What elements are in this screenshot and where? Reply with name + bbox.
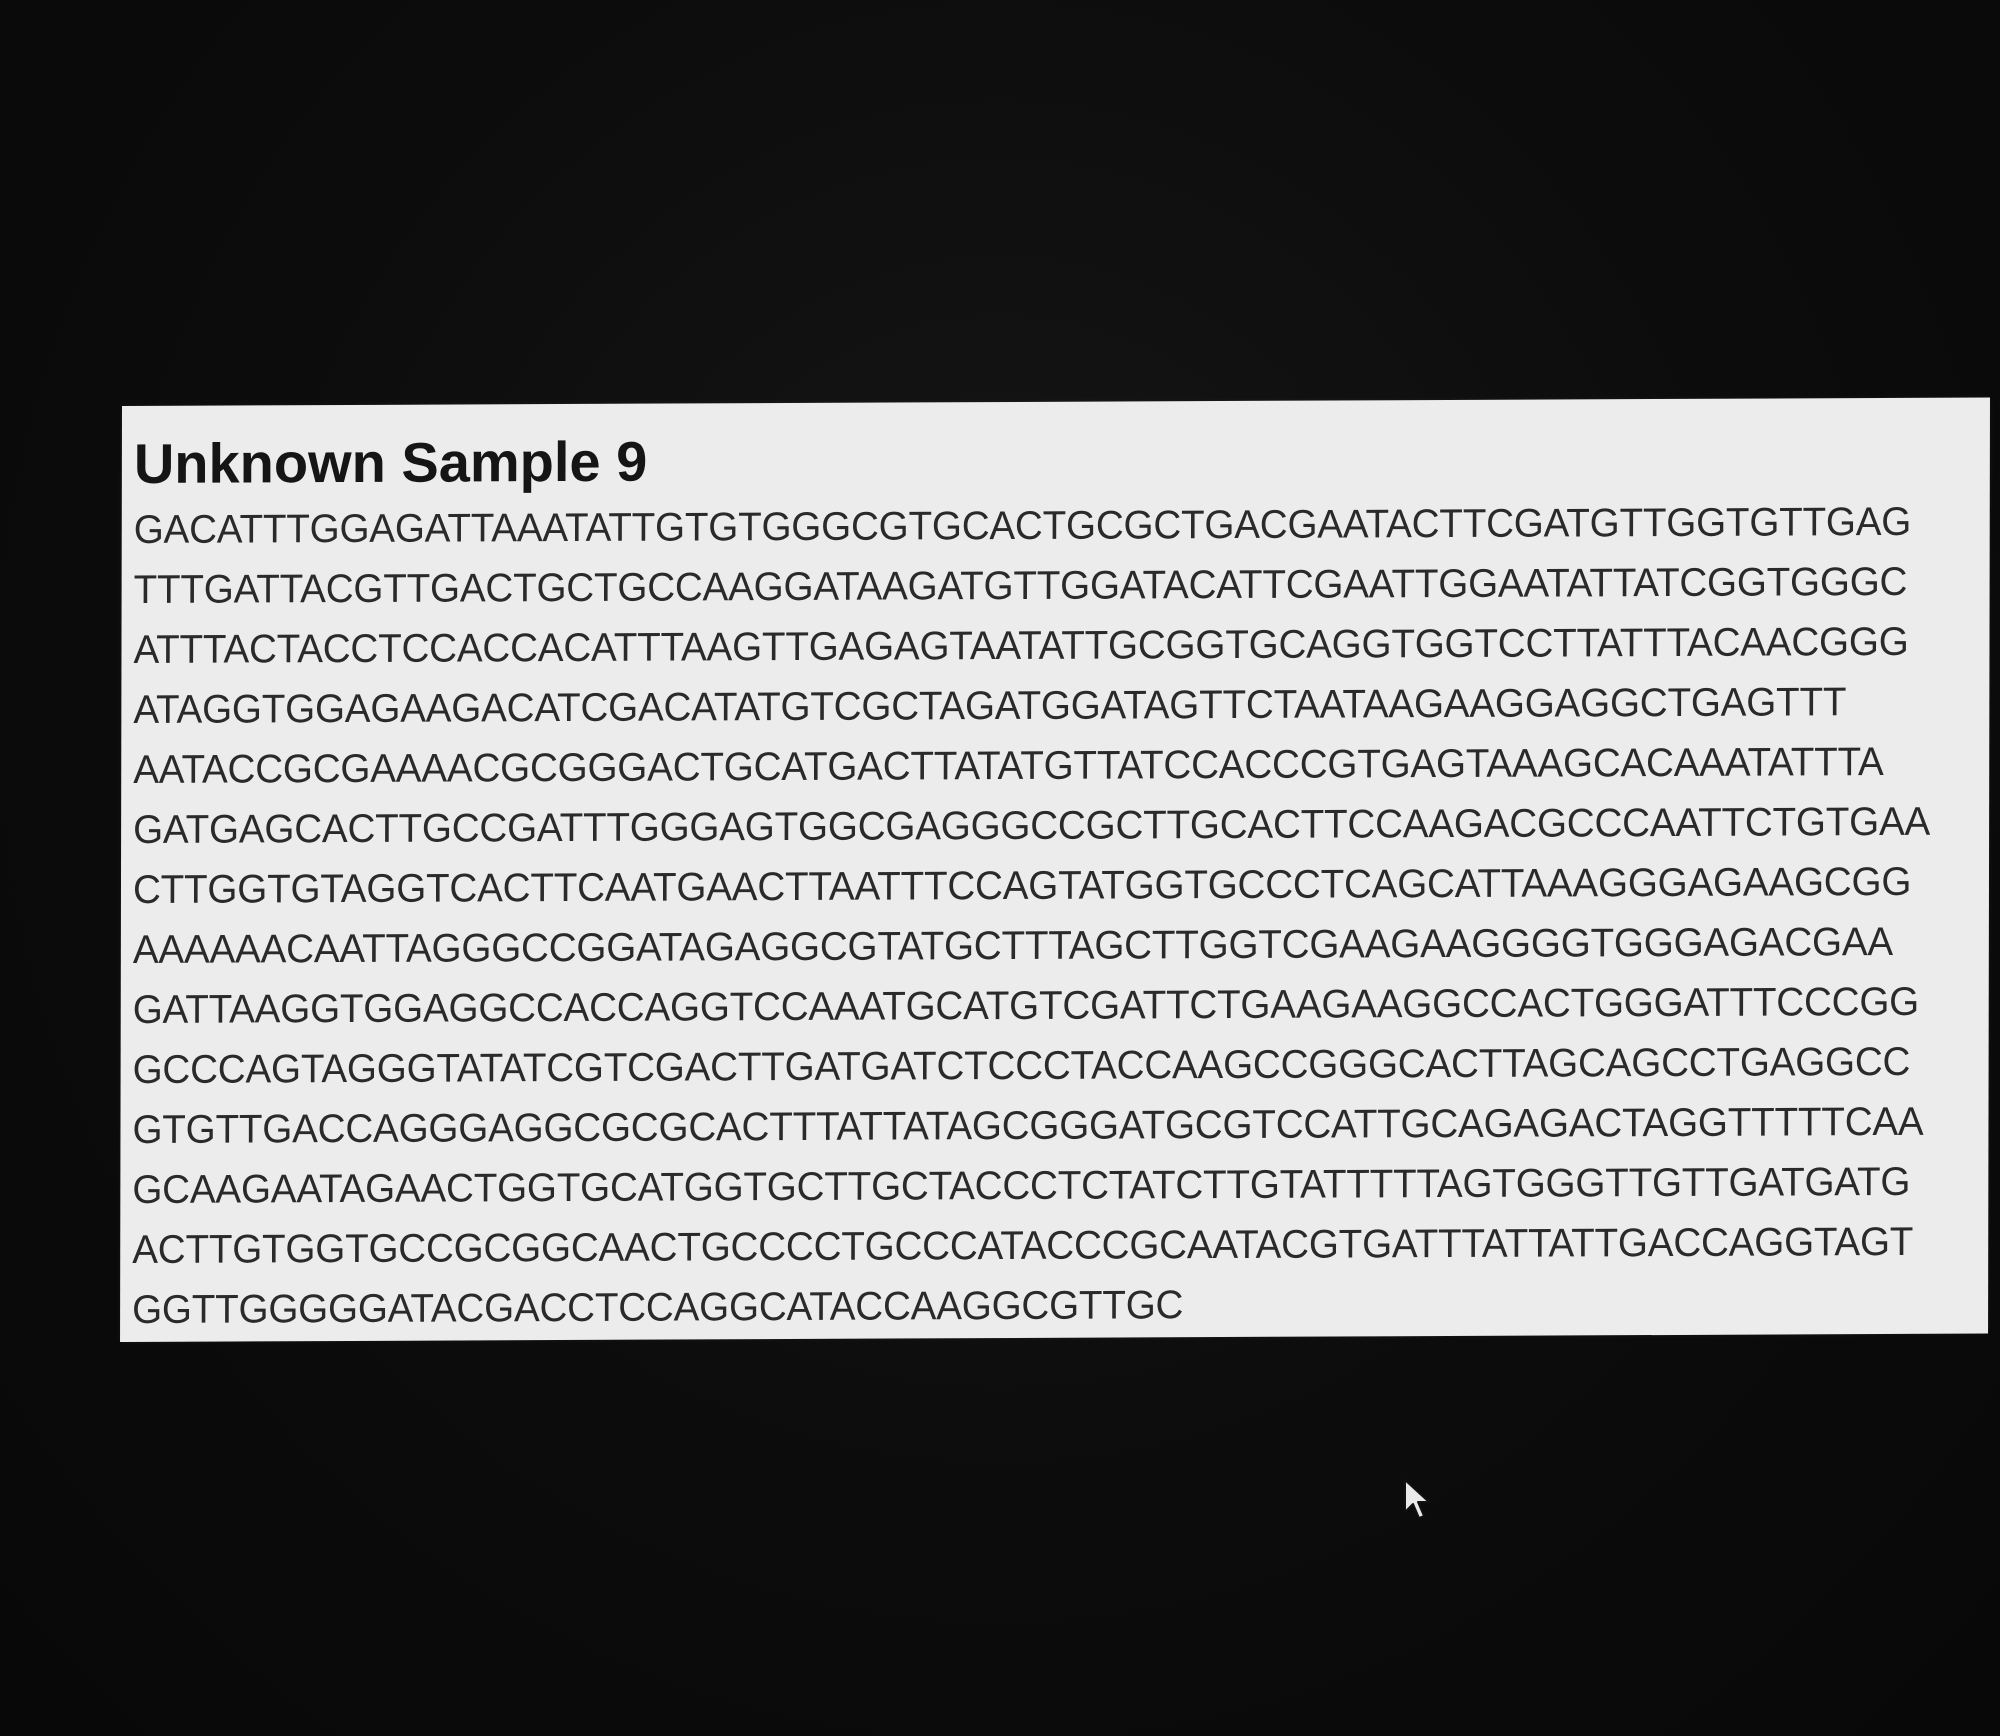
sequence-line: AAAAAACAATTAGGGCCGGATAGAGGCGTATGCTTTAGCT…	[132, 919, 1894, 972]
sequence-line: GGTTGGGGGATACGACCTCCAGGCATACCAAGGCGTTGC	[132, 1283, 1184, 1332]
sequence-line: CTTGGTGTAGGTCACTTCAATGAACTTAATTTCCAGTATG…	[132, 859, 1912, 912]
mouse-pointer-icon	[1404, 1479, 1430, 1519]
sequence-line: GTGTTGACCAGGGAGGCGCGCACTTTATTATAGCGGGATG…	[132, 1099, 1924, 1152]
sequence-line: GACATTTGGAGATTAAATATTGTGTGGGCGTGCACTGCGC…	[133, 499, 1912, 552]
sequence-line: GATTAAGGTGGAGGCCACCAGGTCCAAATGCATGTCGATT…	[132, 979, 1920, 1032]
sequence-line: AATACCGCGAAAACGCGGGACTGCATGACTTATATGTTAT…	[133, 740, 1884, 792]
sequence-line: ATTTACTACCTCCACCACATTTAAGTTGAGAGTAATATTG…	[133, 619, 1909, 672]
monitor-screen: Unknown Sample 9 GACATTTGGAGATTAAATATTGT…	[0, 0, 2000, 1736]
sequence-line: ACTTGTGGTGCCGCGGCAACTGCCCCTGCCCATACCCGCA…	[132, 1219, 1914, 1272]
sample-panel: Unknown Sample 9 GACATTTGGAGATTAAATATTGT…	[120, 397, 1990, 1343]
dna-sequence: GACATTTGGAGATTAAATATTGTGTGGGCGTGCACTGCGC…	[132, 492, 1976, 1340]
sequence-line: GATGAGCACTTGCCGATTTGGGAGTGGCGAGGGCCGCTTG…	[133, 799, 1931, 852]
sequence-line: ATAGGTGGAGAAGACATCGACATATGTCGCTAGATGGATA…	[133, 680, 1847, 732]
sample-title: Unknown Sample 9	[133, 429, 648, 495]
sequence-line: GCAAGAATAGAACTGGTGCATGGTGCTTGCTACCCTCTAT…	[132, 1159, 1911, 1212]
sequence-line: GCCCAGTAGGGTATATCGTCGACTTGATGATCTCCCTACC…	[132, 1039, 1911, 1092]
sequence-line: TTTGATTACGTTGACTGCTGCCAAGGATAAGATGTTGGAT…	[133, 559, 1908, 612]
